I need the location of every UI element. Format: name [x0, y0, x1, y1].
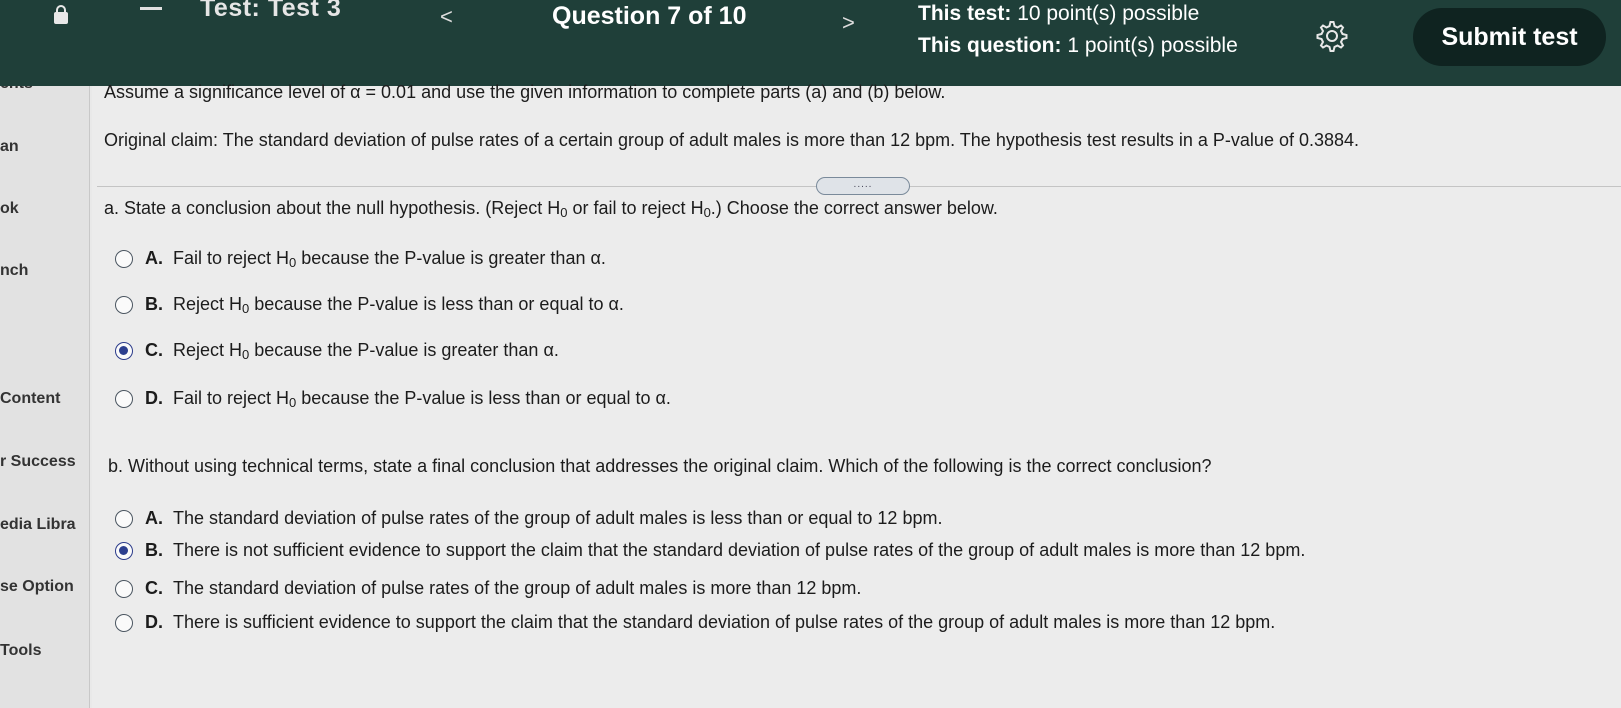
radio-button[interactable] — [115, 296, 133, 314]
radio-button[interactable] — [115, 580, 133, 598]
minimize-icon[interactable] — [140, 7, 162, 10]
sidebar-item-ebook[interactable]: ok — [0, 200, 19, 218]
previous-question-button[interactable]: < — [440, 4, 453, 30]
submit-test-button[interactable]: Submit test — [1413, 8, 1606, 66]
expand-button[interactable]: ..... — [816, 177, 910, 195]
sidebar-item-success[interactable]: r Success — [0, 453, 76, 471]
radio-button-selected[interactable] — [115, 342, 133, 360]
question-intro: Assume a significance level of α = 0.01 … — [104, 82, 946, 102]
original-claim: Original claim: The standard deviation o… — [104, 130, 1360, 150]
sidebar-item-assignments[interactable]: ents — [0, 86, 33, 93]
part-b-prompt: b. Without using technical terms, state … — [108, 456, 1212, 476]
gear-icon[interactable] — [1314, 18, 1350, 54]
radio-button-selected[interactable] — [115, 542, 133, 560]
lock-icon — [48, 2, 78, 28]
sidebar-item-course-options[interactable]: se Option — [0, 578, 74, 596]
question-points: This question: 1 point(s) possible — [918, 34, 1238, 58]
sidebar-item-study-plan[interactable]: an — [0, 138, 19, 156]
question-counter: Question 7 of 10 — [552, 2, 747, 30]
test-points: This test: 10 point(s) possible — [918, 2, 1199, 26]
question-panel: Assume a significance level of α = 0.01 … — [92, 82, 1621, 708]
test-points-value: 10 point(s) possible — [1017, 2, 1200, 25]
sidebar-item-launch[interactable]: nch — [0, 262, 28, 280]
radio-button[interactable] — [115, 390, 133, 408]
sidebar-item-media-library[interactable]: edia Libra — [0, 516, 76, 534]
part-a-prompt: a. State a conclusion about the null hyp… — [104, 198, 998, 220]
radio-button[interactable] — [115, 510, 133, 528]
sidebar-item-tools[interactable]: Tools — [0, 642, 41, 660]
left-sidebar: ents an ok nch Content r Success edia Li… — [0, 86, 90, 708]
test-title: Test: Test 3 — [200, 0, 342, 22]
next-question-button[interactable]: > — [842, 10, 855, 36]
top-bar: Test: Test 3 < Question 7 of 10 > This t… — [0, 0, 1621, 86]
question-points-label: This question: — [918, 34, 1062, 57]
sidebar-item-content[interactable]: Content — [0, 390, 60, 408]
radio-button[interactable] — [115, 250, 133, 268]
radio-button[interactable] — [115, 614, 133, 632]
question-points-value: 1 point(s) possible — [1067, 34, 1238, 57]
test-points-label: This test: — [918, 2, 1012, 25]
